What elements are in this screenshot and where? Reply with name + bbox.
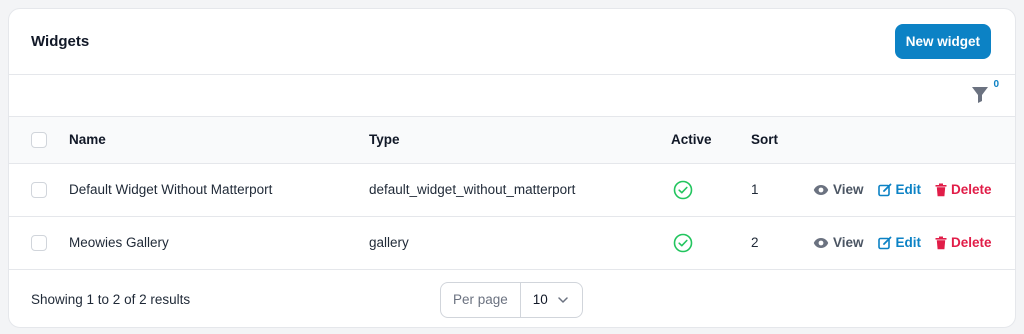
column-header-type[interactable]: Type bbox=[369, 117, 671, 163]
per-page-value: 10 bbox=[532, 292, 548, 307]
table-toolbar: 0 bbox=[9, 75, 1015, 117]
filter-button[interactable]: 0 bbox=[971, 79, 999, 105]
select-all-checkbox[interactable] bbox=[31, 131, 47, 148]
column-header-actions bbox=[813, 117, 1015, 163]
row-check-cell bbox=[9, 216, 69, 269]
delete-action[interactable]: Delete bbox=[935, 235, 992, 250]
table-row: Default Widget Without Matterport defaul… bbox=[9, 163, 1015, 216]
edit-icon bbox=[877, 236, 891, 249]
edit-action[interactable]: Edit bbox=[877, 235, 922, 250]
eye-icon bbox=[813, 184, 829, 195]
edit-action[interactable]: Edit bbox=[877, 182, 922, 197]
chevron-down-icon bbox=[558, 296, 568, 303]
pagination-footer: Showing 1 to 2 of 2 results Per page 10 bbox=[9, 270, 1015, 328]
trash-icon bbox=[935, 236, 947, 249]
per-page-label: Per page bbox=[441, 282, 521, 317]
widget-type: default_widget_without_matterport bbox=[369, 182, 576, 197]
table-row: Meowies Gallery gallery 2 View Edit Dele… bbox=[9, 216, 1015, 269]
card-header: Widgets New widget bbox=[9, 9, 1015, 75]
results-summary: Showing 1 to 2 of 2 results bbox=[31, 292, 191, 307]
widget-name: Meowies Gallery bbox=[69, 235, 169, 250]
row-checkbox[interactable] bbox=[31, 181, 47, 198]
select-all-cell bbox=[9, 117, 69, 163]
column-header-sort[interactable]: Sort bbox=[751, 117, 813, 163]
view-label: View bbox=[833, 182, 864, 197]
sort-value: 1 bbox=[751, 182, 759, 197]
funnel-icon bbox=[972, 87, 988, 103]
edit-icon bbox=[877, 183, 891, 196]
per-page-control[interactable]: Per page 10 bbox=[440, 281, 583, 318]
check-circle-icon bbox=[673, 233, 693, 252]
widget-type: gallery bbox=[369, 235, 409, 250]
active-cell bbox=[671, 216, 751, 269]
per-page-select[interactable]: 10 bbox=[521, 292, 582, 307]
view-action[interactable]: View bbox=[813, 235, 864, 250]
delete-label: Delete bbox=[951, 182, 992, 197]
page-title: Widgets bbox=[31, 33, 90, 50]
trash-icon bbox=[935, 183, 947, 196]
eye-icon bbox=[813, 237, 829, 248]
actions-cell: View Edit Delete bbox=[813, 216, 1015, 269]
actions-cell: View Edit Delete bbox=[813, 163, 1015, 216]
row-check-cell bbox=[9, 163, 69, 216]
filter-count-badge: 0 bbox=[993, 79, 999, 90]
edit-label: Edit bbox=[895, 235, 922, 250]
column-header-name[interactable]: Name bbox=[69, 117, 369, 163]
delete-action[interactable]: Delete bbox=[935, 182, 992, 197]
view-label: View bbox=[833, 235, 864, 250]
widgets-table: Name Type Active Sort Default Widget Wit… bbox=[9, 117, 1015, 270]
active-cell bbox=[671, 163, 751, 216]
view-action[interactable]: View bbox=[813, 182, 864, 197]
edit-label: Edit bbox=[895, 182, 922, 197]
column-header-active[interactable]: Active bbox=[671, 117, 751, 163]
new-widget-button[interactable]: New widget bbox=[894, 24, 991, 59]
widgets-card: Widgets New widget 0 Name Type Active So… bbox=[8, 8, 1016, 328]
table-header-row: Name Type Active Sort bbox=[9, 117, 1015, 163]
check-circle-icon bbox=[673, 180, 693, 199]
sort-value: 2 bbox=[751, 235, 759, 250]
row-checkbox[interactable] bbox=[31, 234, 47, 251]
widget-name: Default Widget Without Matterport bbox=[69, 182, 273, 197]
delete-label: Delete bbox=[951, 235, 992, 250]
